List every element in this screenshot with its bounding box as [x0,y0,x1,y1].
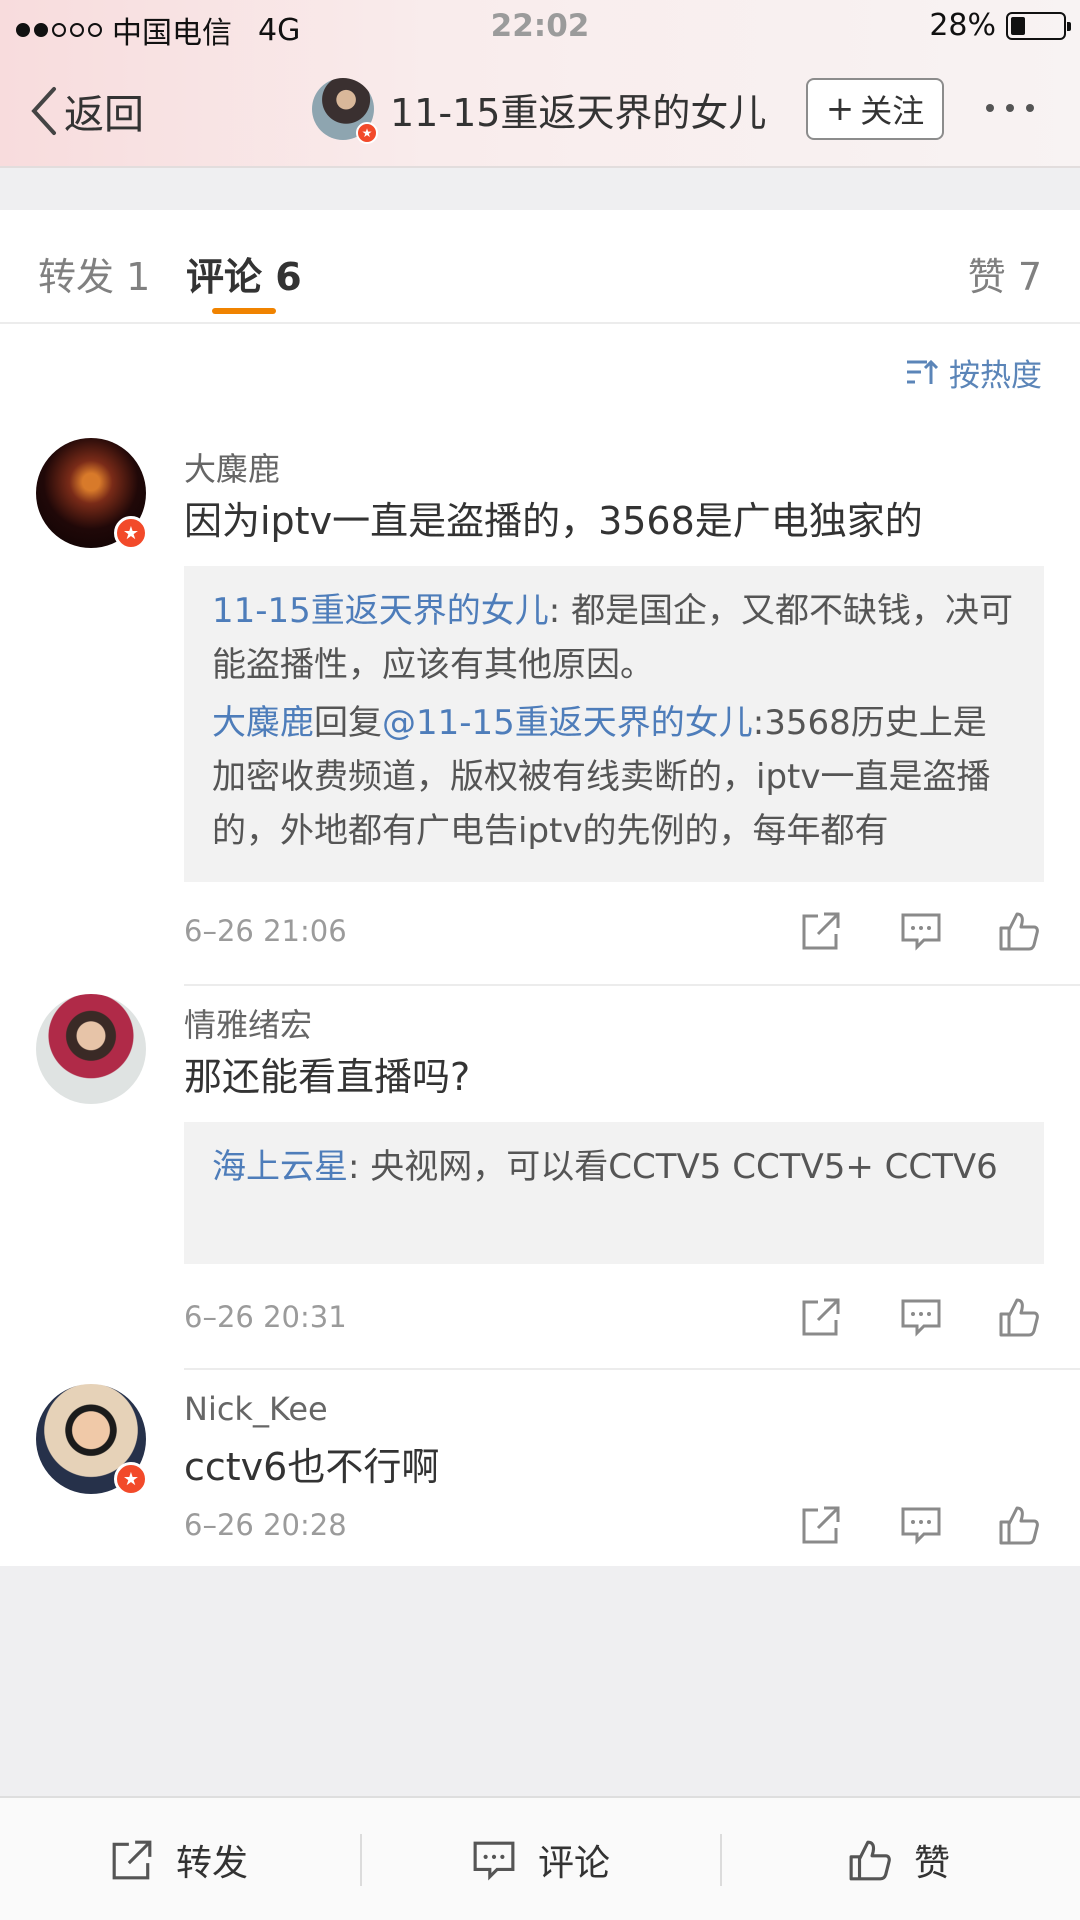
commenter-name[interactable]: 情雅绪宏 [184,1000,312,1046]
verified-icon: ★ [114,1462,148,1496]
commenter-name[interactable]: 大麋鹿 [184,444,280,490]
follow-label: 关注 [860,92,925,130]
like-icon [849,1840,891,1881]
back-button[interactable]: 返回 [28,82,144,140]
comment-label: 评论 [538,1843,611,1884]
share-icon [112,1840,152,1880]
top-bar: 中国电信 4G 22:02 28% 返回 ★ 11-15重返天界的女儿 + 关注 [0,0,1080,168]
author-avatar[interactable]: ★ [312,78,378,144]
plus-icon: + [825,89,855,129]
comment-time: 6–26 20:28 [184,1508,347,1542]
follow-button[interactable]: + 关注 [806,78,944,140]
reply-author[interactable]: 海上云星 [212,1147,348,1187]
author-name: 11-15重返天界的女儿 [390,90,767,135]
comment-text: 因为iptv一直是盗播的，3568是广电独家的 [184,499,923,543]
share-icon[interactable] [800,1504,842,1546]
comment-icon[interactable] [900,1504,942,1546]
battery-icon [1006,11,1071,40]
navigation-bar: 返回 ★ 11-15重返天界的女儿 + 关注 [0,70,1080,150]
divider [184,1368,1080,1370]
tab-comments[interactable]: 评论 6 [186,246,302,301]
tab-likes[interactable]: 赞 7 [968,246,1042,301]
verified-icon: ★ [356,122,378,144]
share-icon[interactable] [800,910,842,952]
comment-icon [473,1841,515,1881]
comment-icon[interactable] [900,910,942,952]
like-icon[interactable] [998,1296,1040,1338]
reply-author[interactable]: 大麋鹿 [212,703,314,743]
avatar[interactable]: ★ [36,1384,148,1496]
sort-button[interactable]: 按热度 [905,350,1042,395]
reply-author[interactable]: 11-15重返天界的女儿 [212,591,549,631]
battery-percent: 28% [929,8,996,43]
like-icon[interactable] [998,1504,1040,1546]
sort-icon [907,359,939,384]
bottom-action-bar: 转发 评论 赞 [0,1796,1080,1920]
verified-icon: ★ [114,516,148,550]
reply-line: 海上云星: 央视网，可以看CCTV5 CCTV5+ CCTV6 [212,1140,1016,1194]
comment-icon[interactable] [900,1296,942,1338]
like-button[interactable]: 赞 [848,1798,950,1920]
share-icon[interactable] [800,1296,842,1338]
reply-box[interactable]: 海上云星: 央视网，可以看CCTV5 CCTV5+ CCTV6 [184,1122,1044,1264]
sort-label: 按热度 [949,358,1042,394]
reply-separator: : [752,703,765,743]
status-bar: 中国电信 4G 22:02 28% [0,0,1080,52]
active-tab-indicator [212,308,276,314]
comment-list: 按热度 ★ 大麋鹿 因为iptv一直是盗播的，3568是广电独家的 11-15重… [0,324,1080,1566]
comment-time: 6–26 20:31 [184,1300,347,1334]
avatar[interactable] [36,994,146,1104]
tab-bar: 转发 1 评论 6 赞 7 [0,210,1080,324]
divider [360,1834,362,1886]
comment-text: 那还能看直播吗? [184,1055,471,1099]
comment-text: cctv6也不行啊 [184,1445,440,1489]
like-label: 赞 [914,1843,951,1884]
reply-text: 央视网，可以看CCTV5 CCTV5+ CCTV6 [370,1147,998,1187]
divider [720,1834,722,1886]
commenter-name[interactable]: Nick_Kee [184,1390,328,1428]
reply-line: 大麋鹿回复@11-15重返天界的女儿:3568历史上是加密收费频道，版权被有线卖… [212,696,1016,858]
back-chevron-icon [31,87,56,135]
reply-separator: : [348,1147,371,1187]
back-label: 返回 [64,92,144,138]
like-icon[interactable] [998,910,1040,952]
clock: 22:02 [490,8,590,44]
post-author[interactable]: ★ 11-15重返天界的女儿 [312,78,767,144]
reply-mention[interactable]: @11-15重返天界的女儿 [382,703,753,743]
comment-button[interactable]: 评论 [472,1798,610,1920]
avatar[interactable]: ★ [36,438,148,550]
reply-box[interactable]: 11-15重返天界的女儿: 都是国企，又都不缺钱，决可能盗播性，应该有其他原因。… [184,566,1044,882]
comment-time: 6–26 21:06 [184,914,347,948]
divider [184,984,1080,986]
repost-button[interactable]: 转发 [110,1798,248,1920]
reply-line: 11-15重返天界的女儿: 都是国企，又都不缺钱，决可能盗播性，应该有其他原因。 [212,584,1016,692]
tab-repost[interactable]: 转发 1 [38,246,150,301]
more-icon[interactable] [986,104,1034,112]
repost-label: 转发 [176,1843,249,1884]
reply-verb: 回复 [314,703,382,743]
reply-separator: : [548,591,572,631]
